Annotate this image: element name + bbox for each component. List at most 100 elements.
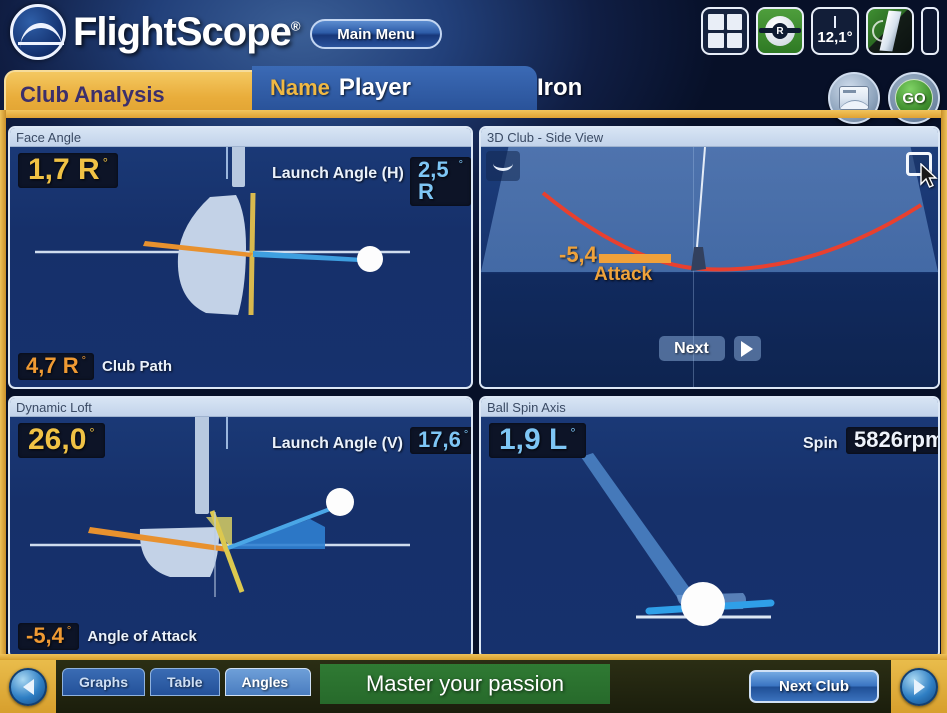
club-name-plate[interactable]: Iron bbox=[537, 66, 787, 110]
attack-annotation: -5,4 Attack bbox=[559, 242, 671, 285]
ball-spin-axis-value: 1,9 L bbox=[499, 423, 568, 456]
brand-name-text: FlightScope bbox=[73, 9, 292, 54]
panel-dynamic-loft-title: Dynamic Loft bbox=[10, 398, 471, 417]
face-angle-divider bbox=[226, 147, 228, 179]
playback-controls: Next bbox=[658, 336, 761, 361]
launch-angle-h-value: 2,5 R bbox=[418, 157, 449, 204]
angle-readout-label: 12,1° bbox=[817, 29, 853, 46]
next-club-button[interactable]: Next Club bbox=[749, 670, 879, 703]
previous-nav-area bbox=[0, 660, 56, 713]
face-angle-primary-badge: 1,7 R ° bbox=[18, 153, 118, 188]
angle-of-attack-label: Angle of Attack bbox=[87, 628, 197, 645]
club-name-value: Iron bbox=[537, 74, 583, 101]
angle-of-attack-row: -5,4 ° Angle of Attack bbox=[18, 623, 197, 650]
next-club-label: Next Club bbox=[778, 678, 849, 695]
launch-angle-h-badge: 2,5 R ° bbox=[410, 157, 471, 206]
flightscope-app: FlightScope® Main Menu R 12,1° Club Anal… bbox=[0, 0, 947, 713]
view-tab-group: Graphs Table Angles bbox=[62, 668, 312, 696]
dynamic-loft-primary-degree: ° bbox=[89, 425, 95, 440]
spin-value: 5826rpm bbox=[854, 427, 940, 452]
panel-3d-club-side-view: 3D Club - Side View -5,4 Attack Next bbox=[479, 126, 940, 389]
app-header: FlightScope® Main Menu R 12,1° bbox=[0, 0, 947, 65]
next-arrow-glyph bbox=[913, 678, 925, 695]
club-path-label: Club Path bbox=[102, 358, 172, 375]
club-path-value: 4,7 R bbox=[26, 353, 79, 378]
tagline: Master your passion bbox=[320, 664, 610, 704]
angle-readout-icon[interactable]: 12,1° bbox=[811, 7, 859, 55]
club-face-icon[interactable] bbox=[486, 151, 520, 181]
panel-dynamic-loft-body: 26,0 ° Launch Angle (V) 17,6 ° -5,4 ° An… bbox=[10, 417, 471, 657]
grid-view-icon[interactable] bbox=[701, 7, 749, 55]
panel-3d-club-title: 3D Club - Side View bbox=[481, 128, 938, 147]
angle-of-attack-value: -5,4 bbox=[26, 623, 64, 648]
player-name-label: Name bbox=[270, 75, 330, 100]
main-menu-button[interactable]: Main Menu bbox=[310, 19, 442, 49]
club-path-degree: ° bbox=[81, 355, 86, 367]
previous-arrow-glyph bbox=[22, 678, 34, 695]
tagline-text: Master your passion bbox=[365, 671, 565, 696]
gold-edge-right bbox=[941, 110, 947, 660]
tab-angles-label: Angles bbox=[241, 674, 289, 690]
face-angle-primary-degree: ° bbox=[102, 155, 108, 170]
panel-ball-spin-axis-title: Ball Spin Axis bbox=[481, 398, 938, 417]
launch-angle-v-value: 17,6 bbox=[418, 427, 461, 452]
next-arrow-icon[interactable] bbox=[900, 667, 938, 706]
edge-strip-icon[interactable] bbox=[921, 7, 939, 55]
tilt-tick-glyph bbox=[834, 16, 836, 28]
play-icon[interactable] bbox=[733, 336, 761, 361]
panel-face-angle: Face Angle 1,7 R ° Launch Angle (H) 2,5 … bbox=[8, 126, 473, 389]
angle-of-attack-degree: ° bbox=[66, 625, 72, 637]
tab-table-label: Table bbox=[167, 674, 203, 690]
mouse-cursor-icon bbox=[920, 163, 938, 188]
club-path-badge: 4,7 R ° bbox=[18, 353, 94, 380]
registered-mark: ® bbox=[290, 18, 301, 34]
player-name-plate[interactable]: Name Player bbox=[252, 66, 537, 110]
gold-divider bbox=[0, 110, 947, 118]
dynamic-loft-divider bbox=[226, 417, 228, 449]
panel-ball-spin-axis-body: 1,9 L ° Spin 5826rpm bbox=[481, 417, 938, 657]
spin-badge: 5826rpm bbox=[846, 427, 940, 454]
header-toolbar: R 12,1° bbox=[701, 7, 939, 55]
gold-edge-left bbox=[0, 110, 6, 660]
brand-logo: FlightScope® bbox=[10, 4, 301, 60]
dynamic-loft-primary-badge: 26,0 ° bbox=[18, 423, 105, 458]
next-frame-label: Next bbox=[674, 339, 709, 357]
ball-radar-label: R bbox=[772, 23, 788, 39]
club-3d-viewport[interactable]: -5,4 Attack Next bbox=[481, 147, 938, 387]
tab-graphs-label: Graphs bbox=[79, 674, 129, 690]
tab-club-analysis-label: Club Analysis bbox=[20, 82, 165, 107]
radar-signal-icon[interactable] bbox=[866, 7, 914, 55]
ball-radar-icon[interactable]: R bbox=[756, 7, 804, 55]
club-path-row: 4,7 R ° Club Path bbox=[18, 353, 172, 380]
main-menu-label: Main Menu bbox=[337, 25, 415, 43]
panel-face-angle-body: 1,7 R ° Launch Angle (H) 2,5 R ° 4,7 R °… bbox=[10, 147, 471, 387]
launch-angle-h-degree: ° bbox=[458, 159, 463, 171]
attack-annotation-value: -5,4 bbox=[559, 242, 597, 267]
play-triangle-glyph bbox=[741, 340, 753, 357]
dynamic-loft-primary-value: 26,0 bbox=[28, 423, 87, 456]
panel-dynamic-loft: Dynamic Loft 26,0 ° Launch Angle (V) 17,… bbox=[8, 396, 473, 659]
launch-angle-h-label: Launch Angle (H) bbox=[272, 165, 404, 182]
open-file-icon bbox=[839, 86, 869, 110]
attack-annotation-bar bbox=[599, 254, 671, 263]
club-face-glyph bbox=[493, 162, 513, 171]
launch-angle-v-degree: ° bbox=[463, 429, 469, 441]
angle-of-attack-badge: -5,4 ° bbox=[18, 623, 80, 650]
ball-spin-axis-primary-badge: 1,9 L ° bbox=[489, 423, 586, 458]
panel-face-angle-title: Face Angle bbox=[10, 128, 471, 147]
tab-graphs[interactable]: Graphs bbox=[62, 668, 146, 696]
app-footer: Graphs Table Angles Master your passion … bbox=[0, 660, 947, 713]
attack-annotation-label: Attack bbox=[594, 264, 653, 285]
previous-arrow-icon[interactable] bbox=[9, 667, 47, 706]
flightscope-logo-icon bbox=[10, 4, 66, 60]
player-name-value: Player bbox=[338, 74, 411, 101]
next-frame-button[interactable]: Next bbox=[658, 336, 725, 361]
brand-name: FlightScope® bbox=[73, 9, 301, 55]
face-angle-primary-value: 1,7 R bbox=[28, 153, 100, 186]
ball-glyph: R bbox=[759, 16, 801, 46]
grid-glyph bbox=[708, 14, 742, 48]
spin-label: Spin bbox=[803, 435, 838, 452]
panel-3d-club-body: -5,4 Attack Next bbox=[481, 147, 938, 387]
tab-angles[interactable]: Angles bbox=[224, 668, 312, 696]
tab-table[interactable]: Table bbox=[150, 668, 220, 696]
